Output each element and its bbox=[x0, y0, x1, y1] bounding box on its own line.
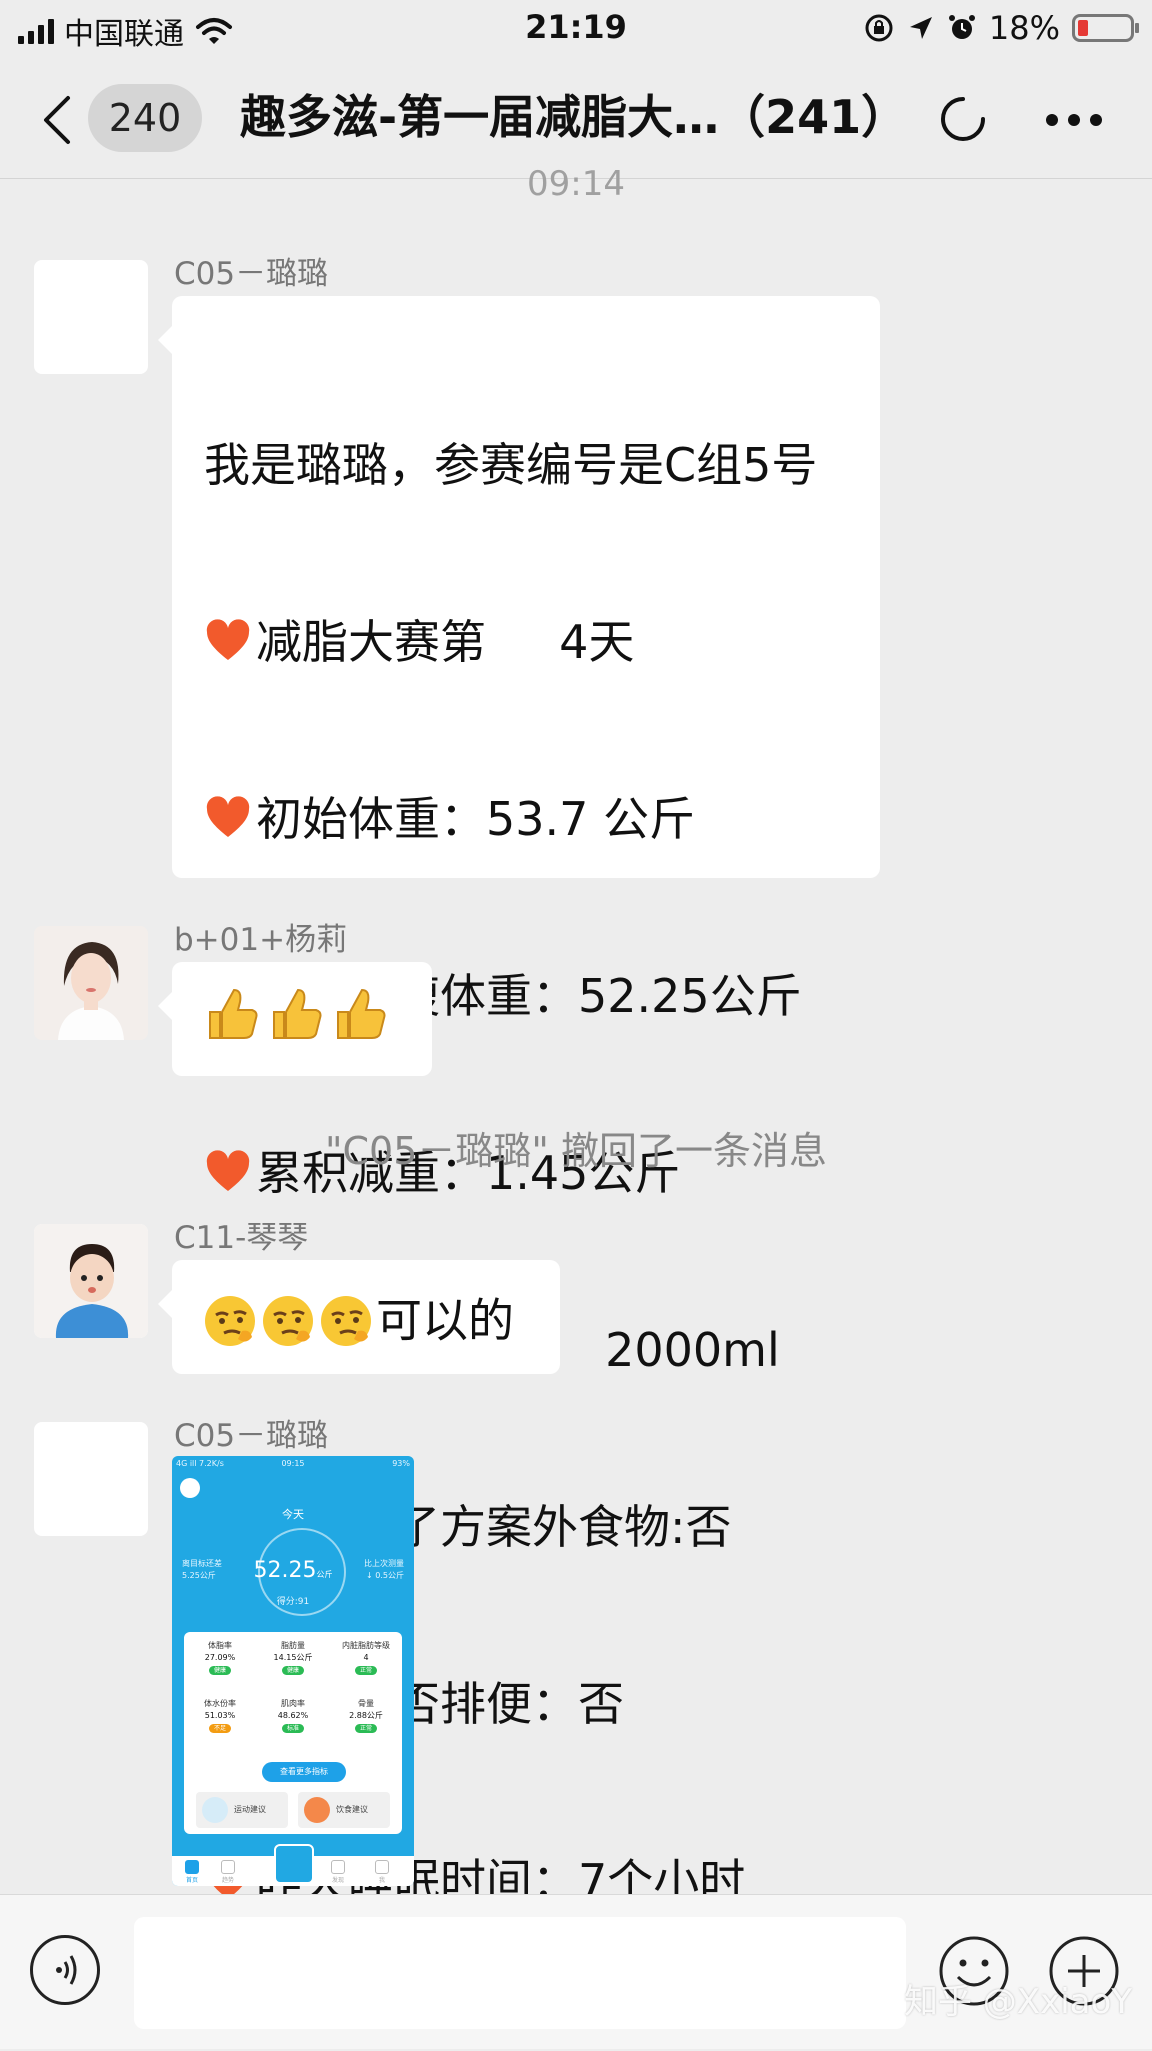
watermark: 知乎 @XxiaoY bbox=[904, 1982, 1133, 2022]
message-timestamp: 09:14 bbox=[527, 164, 625, 204]
message-input[interactable] bbox=[134, 1917, 906, 2029]
image-metric: 骨量 2.88公斤 正常 bbox=[349, 1699, 383, 1733]
image-message[interactable]: 4G ill 7.2K/s 09:15 93% 今天 52.25公斤 得分:91… bbox=[172, 1456, 414, 1886]
chat-header: 240 趣多滋-第一届减脂大…（241） bbox=[0, 62, 1152, 179]
image-avatar-dot bbox=[180, 1478, 200, 1498]
image-status-battery: 93% bbox=[392, 1459, 410, 1468]
battery-icon bbox=[1072, 14, 1139, 42]
diet-icon bbox=[304, 1797, 330, 1823]
image-score: 得分:91 bbox=[276, 1597, 310, 1607]
image-metric: 体水份率 51.03% 不足 bbox=[204, 1699, 236, 1733]
sport-icon bbox=[202, 1797, 228, 1823]
thumbs-up-icon bbox=[209, 988, 258, 1039]
avatar[interactable] bbox=[34, 926, 148, 1040]
thumbs-up-icon bbox=[273, 988, 322, 1039]
sender-name: C05－璐璐 bbox=[174, 256, 329, 292]
scan-icon bbox=[274, 1844, 314, 1884]
message-text: 可以的 bbox=[376, 1293, 514, 1348]
image-tab-bar: 首页 趋势 发现 我 bbox=[172, 1844, 414, 1886]
heart-icon bbox=[206, 796, 250, 837]
sender-name: C11-琴琴 bbox=[174, 1220, 309, 1256]
image-metric: 脂肪量 14.15公斤 健康 bbox=[273, 1641, 313, 1675]
image-weight-value: 52.25 bbox=[253, 1558, 317, 1583]
message-bubble[interactable]: 可以的 bbox=[158, 1260, 560, 1374]
back-arrow-icon[interactable] bbox=[38, 92, 78, 148]
image-sport-advice: 运动建议 bbox=[196, 1792, 288, 1828]
image-more-metrics-button: 查看更多指标 bbox=[262, 1762, 346, 1782]
alarm-icon bbox=[948, 15, 975, 39]
sender-name: C05－璐璐 bbox=[174, 1418, 329, 1454]
image-tab-me: 我 bbox=[362, 1860, 402, 1884]
thinking-face-icon bbox=[263, 1295, 313, 1346]
input-bar bbox=[0, 1894, 1152, 2049]
avatar[interactable] bbox=[34, 1224, 148, 1338]
refresh-icon[interactable] bbox=[938, 94, 988, 144]
unread-count-badge[interactable]: 240 bbox=[88, 84, 202, 152]
image-compare-value: ↓ 0.5公斤 bbox=[366, 1571, 404, 1580]
message-line: 我是璐璐，参赛编号是C组5号 bbox=[204, 438, 818, 492]
avatar[interactable] bbox=[34, 260, 148, 374]
image-metric: 肌肉率 48.62% 标准 bbox=[277, 1699, 309, 1733]
recall-notice: "C05－璐璐" 撤回了一条消息 bbox=[325, 1129, 827, 1173]
image-today-label: 今天 bbox=[282, 1508, 304, 1521]
image-tab-trend: 趋势 bbox=[208, 1860, 248, 1884]
voice-button[interactable] bbox=[30, 1935, 100, 2005]
rotation-lock-icon bbox=[865, 14, 893, 42]
image-compare-label: 比上次测量 bbox=[364, 1559, 404, 1568]
battery-percent: 18% bbox=[988, 9, 1060, 47]
image-weight-unit: 公斤 bbox=[316, 1570, 333, 1579]
message-bubble[interactable] bbox=[158, 962, 432, 1076]
image-tab-discover: 发现 bbox=[318, 1860, 358, 1884]
location-icon bbox=[909, 17, 932, 39]
thumbs-up-icon bbox=[337, 988, 386, 1039]
image-metric: 内脏脂肪等级 4 正常 bbox=[342, 1641, 390, 1675]
image-status-time: 09:15 bbox=[281, 1459, 305, 1468]
status-bar: 中国联通 21:19 18% bbox=[0, 0, 1152, 58]
image-metric: 体脂率 27.09% 健康 bbox=[204, 1641, 236, 1675]
thinking-face-icon bbox=[205, 1295, 255, 1346]
sender-name: b+01+杨莉 bbox=[174, 922, 348, 958]
image-diet-advice: 饮食建议 bbox=[298, 1792, 390, 1828]
heart-icon bbox=[206, 619, 250, 660]
thinking-face-icon bbox=[321, 1295, 371, 1346]
image-target-value: 5.25公斤 bbox=[182, 1571, 216, 1580]
chat-title: 趣多滋-第一届减脂大…（241） bbox=[240, 90, 908, 144]
voice-icon bbox=[56, 1955, 77, 1985]
message-bubble[interactable]: 我是璐璐，参赛编号是C组5号 减脂大赛第 4天 初始体重：53.7 公斤 今日空… bbox=[158, 296, 880, 1908]
message-line: 减脂大赛第 4天 bbox=[256, 615, 635, 669]
image-tab-home: 首页 bbox=[172, 1860, 212, 1884]
more-options-icon[interactable] bbox=[1046, 114, 1102, 128]
message-line: 初始体重：53.7 公斤 bbox=[256, 792, 696, 846]
avatar[interactable] bbox=[34, 1422, 148, 1536]
image-metrics-card: 体脂率 27.09% 健康 脂肪量 14.15公斤 健康 内脏脂肪等级 4 正常… bbox=[184, 1632, 402, 1834]
image-target-label: 离目标还差 bbox=[182, 1559, 222, 1568]
